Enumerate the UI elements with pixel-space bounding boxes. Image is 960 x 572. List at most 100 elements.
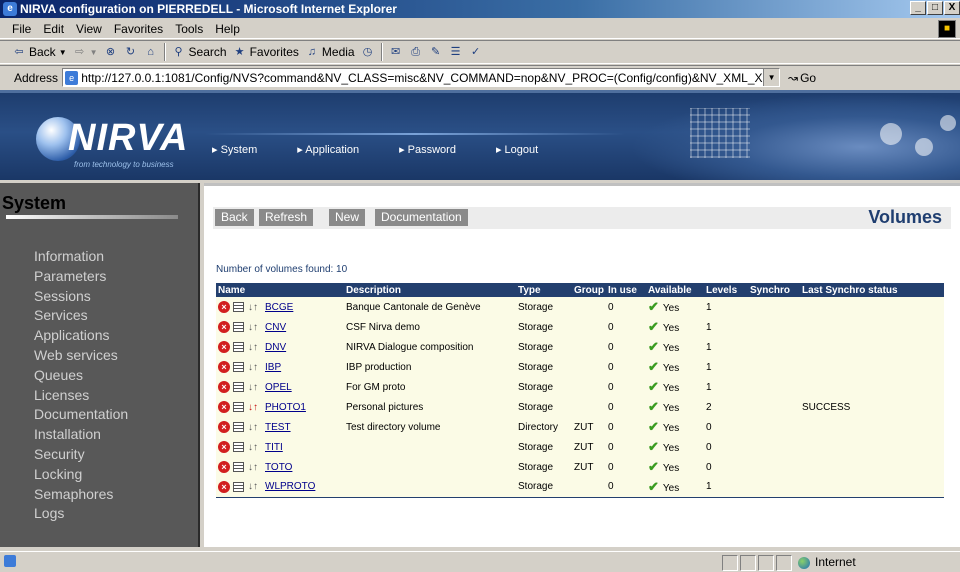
documentation-button[interactable]: Documentation — [375, 209, 468, 226]
volume-name-link[interactable]: TOTO — [265, 462, 292, 473]
sidebar-item-parameters[interactable]: Parameters — [34, 267, 128, 287]
sidebar-item-installation[interactable]: Installation — [34, 425, 128, 445]
delete-icon[interactable]: × — [218, 301, 230, 313]
delete-icon[interactable]: × — [218, 461, 230, 473]
nav-system[interactable]: System — [212, 143, 258, 156]
search-button[interactable]: ⚲ Search — [172, 45, 227, 59]
minimize-button[interactable]: _ — [910, 1, 926, 15]
address-dropdown-icon[interactable]: ▼ — [763, 69, 780, 86]
sort-icon[interactable]: ↓↑ — [247, 422, 259, 433]
list-icon[interactable] — [233, 322, 244, 332]
sidebar-item-applications[interactable]: Applications — [34, 326, 128, 346]
menu-file[interactable]: File — [6, 19, 37, 39]
delete-icon[interactable]: × — [218, 401, 230, 413]
volume-name-link[interactable]: CNV — [265, 322, 286, 333]
back-button[interactable]: ⇦ Back ▼ — [12, 45, 66, 59]
menu-edit[interactable]: Edit — [37, 19, 70, 39]
print-icon[interactable]: ⎙ — [409, 45, 423, 59]
volume-name-link[interactable]: OPEL — [265, 382, 292, 393]
sidebar-item-services[interactable]: Services — [34, 306, 128, 326]
nav-password[interactable]: Password — [399, 143, 456, 156]
menu-favorites[interactable]: Favorites — [108, 19, 169, 39]
sidebar-item-licenses[interactable]: Licenses — [34, 386, 128, 406]
mail-icon[interactable]: ✉ — [389, 45, 403, 59]
delete-icon[interactable]: × — [218, 321, 230, 333]
sidebar-item-documentation[interactable]: Documentation — [34, 405, 128, 425]
col-last-synchro-status[interactable]: Last Synchro status — [800, 283, 944, 297]
menu-view[interactable]: View — [70, 19, 108, 39]
sidebar-item-semaphores[interactable]: Semaphores — [34, 485, 128, 505]
delete-icon[interactable]: × — [218, 341, 230, 353]
sidebar-item-locking[interactable]: Locking — [34, 465, 128, 485]
volume-name-link[interactable]: TEST — [265, 422, 291, 433]
sort-icon[interactable]: ↓↑ — [247, 362, 259, 373]
nav-application[interactable]: Application — [297, 143, 359, 156]
cell-name: × ↓↑ WLPROTO — [216, 477, 344, 498]
volume-name-link[interactable]: DNV — [265, 342, 286, 353]
sort-icon[interactable]: ↓↑ — [247, 442, 259, 453]
sort-icon[interactable]: ↓↑ — [247, 302, 259, 313]
refresh-button[interactable]: Refresh — [259, 209, 314, 226]
list-icon[interactable] — [233, 422, 244, 432]
col-description[interactable]: Description — [344, 283, 516, 297]
col-available[interactable]: Available — [646, 283, 704, 297]
list-icon[interactable] — [233, 402, 244, 412]
history-icon[interactable]: ◷ — [361, 45, 375, 59]
list-icon[interactable] — [233, 302, 244, 312]
menu-help[interactable]: Help — [209, 19, 246, 39]
sidebar-item-web-services[interactable]: Web services — [34, 346, 128, 366]
cell-name: × ↓↑ BCGE — [216, 297, 344, 317]
col-levels[interactable]: Levels — [704, 283, 748, 297]
media-button[interactable]: ♫ Media — [305, 45, 355, 59]
col-name[interactable]: Name — [216, 283, 344, 297]
favorites-button[interactable]: ★ Favorites — [233, 45, 299, 59]
home-icon[interactable]: ⌂ — [144, 45, 158, 59]
sort-icon[interactable]: ↓↑ — [247, 382, 259, 393]
discuss-icon[interactable]: ☰ — [449, 45, 463, 59]
col-type[interactable]: Type — [516, 283, 572, 297]
list-icon[interactable] — [233, 382, 244, 392]
menu-tools[interactable]: Tools — [169, 19, 209, 39]
list-icon[interactable] — [233, 442, 244, 452]
sort-icon[interactable]: ↓↑ — [247, 322, 259, 333]
table-row: × ↓↑ TEST Test directory volume Directory ZUT… — [216, 417, 944, 437]
spellcheck-icon[interactable]: ✓ — [469, 45, 483, 59]
list-icon[interactable] — [233, 342, 244, 352]
col-group[interactable]: Group — [572, 283, 606, 297]
col-synchro[interactable]: Synchro — [748, 283, 800, 297]
volume-name-link[interactable]: IBP — [265, 362, 281, 373]
delete-icon[interactable]: × — [218, 361, 230, 373]
edit-icon[interactable]: ✎ — [429, 45, 443, 59]
volume-name-link[interactable]: WLPROTO — [265, 481, 315, 492]
sidebar-item-sessions[interactable]: Sessions — [34, 287, 128, 307]
list-icon[interactable] — [233, 462, 244, 472]
back-action-button[interactable]: Back — [215, 209, 254, 226]
delete-icon[interactable]: × — [218, 480, 230, 493]
forward-button[interactable]: ⇨ ▼ — [73, 45, 98, 59]
address-input[interactable]: e http://127.0.0.1:1081/Config/NVS?comma… — [62, 68, 781, 87]
delete-icon[interactable]: × — [218, 381, 230, 393]
sort-icon[interactable]: ↓↑ — [247, 481, 259, 492]
stop-icon[interactable]: ⊗ — [104, 45, 118, 59]
maximize-button[interactable]: □ — [927, 1, 943, 15]
sidebar-item-security[interactable]: Security — [34, 445, 128, 465]
volume-name-link[interactable]: PHOTO1 — [265, 402, 306, 413]
close-button[interactable]: X — [944, 1, 960, 15]
delete-icon[interactable]: × — [218, 441, 230, 453]
volume-name-link[interactable]: BCGE — [265, 302, 293, 313]
volume-name-link[interactable]: TITI — [265, 442, 283, 453]
go-button[interactable]: ↝ Go — [788, 71, 816, 85]
delete-icon[interactable]: × — [218, 421, 230, 433]
nav-logout[interactable]: Logout — [496, 143, 539, 156]
refresh-icon[interactable]: ↻ — [124, 45, 138, 59]
sort-icon[interactable]: ↓↑ — [247, 342, 259, 353]
sidebar-item-queues[interactable]: Queues — [34, 366, 128, 386]
new-button[interactable]: New — [329, 209, 366, 226]
list-icon[interactable] — [233, 362, 244, 372]
sidebar-item-information[interactable]: Information — [34, 247, 128, 267]
list-icon[interactable] — [233, 481, 244, 492]
sort-icon[interactable]: ↓↑ — [247, 402, 259, 413]
sort-icon[interactable]: ↓↑ — [247, 462, 259, 473]
sidebar-item-logs[interactable]: Logs — [34, 504, 128, 524]
col-in-use[interactable]: In use — [606, 283, 646, 297]
